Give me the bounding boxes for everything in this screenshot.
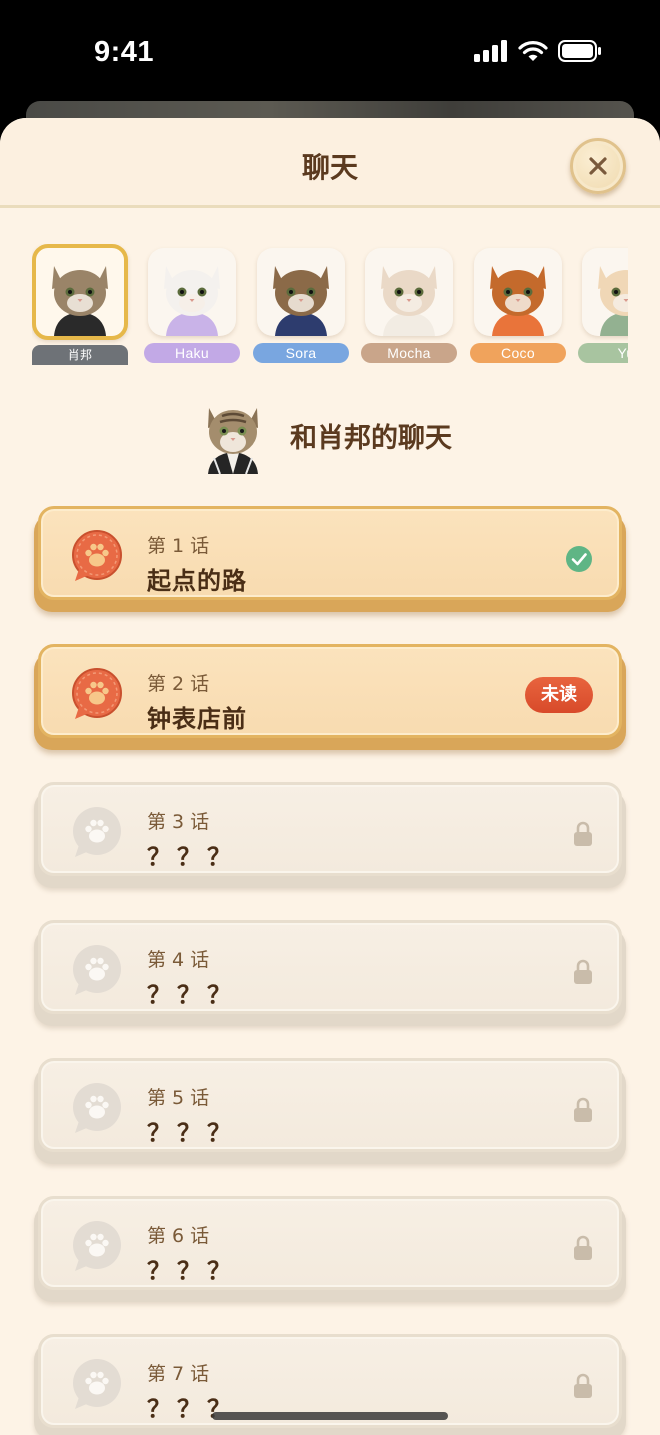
status-icons: [474, 40, 602, 62]
character-tab-1[interactable]: Haku: [144, 244, 240, 364]
episode-card[interactable]: 第 4 话 ？？？: [34, 920, 626, 1026]
character-name: Sora: [253, 343, 349, 363]
episode-card[interactable]: 第 1 话起点的路: [34, 506, 626, 612]
status-bar: 9:41: [0, 0, 660, 110]
paw-bubble-icon: [72, 530, 122, 581]
lock-icon: [574, 1235, 592, 1260]
close-icon: [589, 157, 607, 175]
character-tab-2[interactable]: Sora: [253, 244, 349, 364]
character-selector: 肖邦 Haku Sora Mocha Coco Yu: [32, 244, 628, 368]
episode-number: 第 3 话: [147, 811, 210, 833]
lock-icon: [574, 1097, 592, 1122]
character-avatar: [148, 248, 236, 336]
character-name: Haku: [144, 343, 240, 363]
paw-bubble-icon: [73, 1083, 121, 1133]
chopin-avatar: [208, 408, 258, 474]
sheet-header: 聊天: [0, 118, 660, 208]
episode-card[interactable]: 第 6 话 ？？？: [34, 1196, 626, 1302]
episode-number: 第 2 话: [147, 673, 210, 695]
status-time: 9:41: [94, 36, 155, 68]
character-avatar: [474, 248, 562, 336]
episode-title: ？？？: [147, 1257, 237, 1285]
close-button[interactable]: [570, 138, 626, 194]
episode-number: 第 5 话: [147, 1087, 210, 1109]
lock-icon: [574, 821, 592, 846]
episode-number: 第 1 话: [147, 535, 210, 557]
character-tab-0[interactable]: 肖邦: [32, 244, 128, 365]
episode-card-face: 第 2 话钟表店前 未读: [38, 644, 622, 738]
paw-bubble-icon: [73, 807, 121, 857]
paw-bubble-icon: [73, 1221, 121, 1271]
episode-card-face: 第 1 话起点的路: [38, 506, 622, 600]
check-circle-icon: [566, 546, 592, 572]
chat-heading: 和肖邦的聊天: [200, 398, 500, 476]
signal-icon: [474, 40, 507, 62]
paw-bubble-icon: [72, 668, 122, 719]
episode-card[interactable]: 第 3 话 ？？？: [34, 782, 626, 888]
character-name: Mocha: [361, 343, 457, 363]
chat-title: 和肖邦的聊天: [290, 423, 452, 454]
battery-icon: [558, 40, 601, 62]
episode-number: 第 6 话: [147, 1225, 210, 1247]
character-name: Coco: [470, 343, 566, 363]
episode-card[interactable]: 第 2 话钟表店前 未读: [34, 644, 626, 750]
character-tab-3[interactable]: Mocha: [361, 244, 457, 364]
character-avatar: [365, 248, 453, 336]
paw-bubble-icon: [73, 945, 121, 995]
episode-card-face: 第 6 话 ？？？: [38, 1196, 622, 1290]
lock-icon: [574, 1373, 592, 1398]
episode-number: 第 7 话: [147, 1363, 210, 1385]
episode-card-face: 第 3 话 ？？？: [38, 782, 622, 876]
character-tab-5[interactable]: Yu: [578, 244, 628, 364]
episode-title: ？？？: [147, 843, 237, 871]
wifi-icon: [518, 41, 548, 61]
episode-title: ？？？: [147, 1119, 237, 1147]
character-name: Yu: [578, 343, 628, 363]
episode-title: 起点的路: [147, 567, 247, 595]
home-indicator: [212, 1412, 448, 1420]
episode-number: 第 4 话: [147, 949, 210, 971]
character-avatar: [582, 248, 628, 336]
episode-card-face: 第 4 话 ？？？: [38, 920, 622, 1014]
episode-title: 钟表店前: [147, 705, 247, 733]
character-avatar: [32, 244, 128, 340]
chat-sheet: 聊天 肖邦 Haku Sora Mocha Coco Yu 和肖邦的聊天 第 1 话起点的…: [0, 118, 660, 1435]
character-name: 肖邦: [32, 345, 128, 365]
sheet-title: 聊天: [301, 151, 358, 184]
lock-icon: [574, 959, 592, 984]
unread-badge: 未读: [525, 677, 593, 713]
episode-title: ？？？: [147, 981, 237, 1009]
episode-card[interactable]: 第 5 话 ？？？: [34, 1058, 626, 1164]
character-avatar: [257, 248, 345, 336]
character-tab-4[interactable]: Coco: [470, 244, 566, 364]
episode-card-face: 第 5 话 ？？？: [38, 1058, 622, 1152]
paw-bubble-icon: [73, 1359, 121, 1409]
